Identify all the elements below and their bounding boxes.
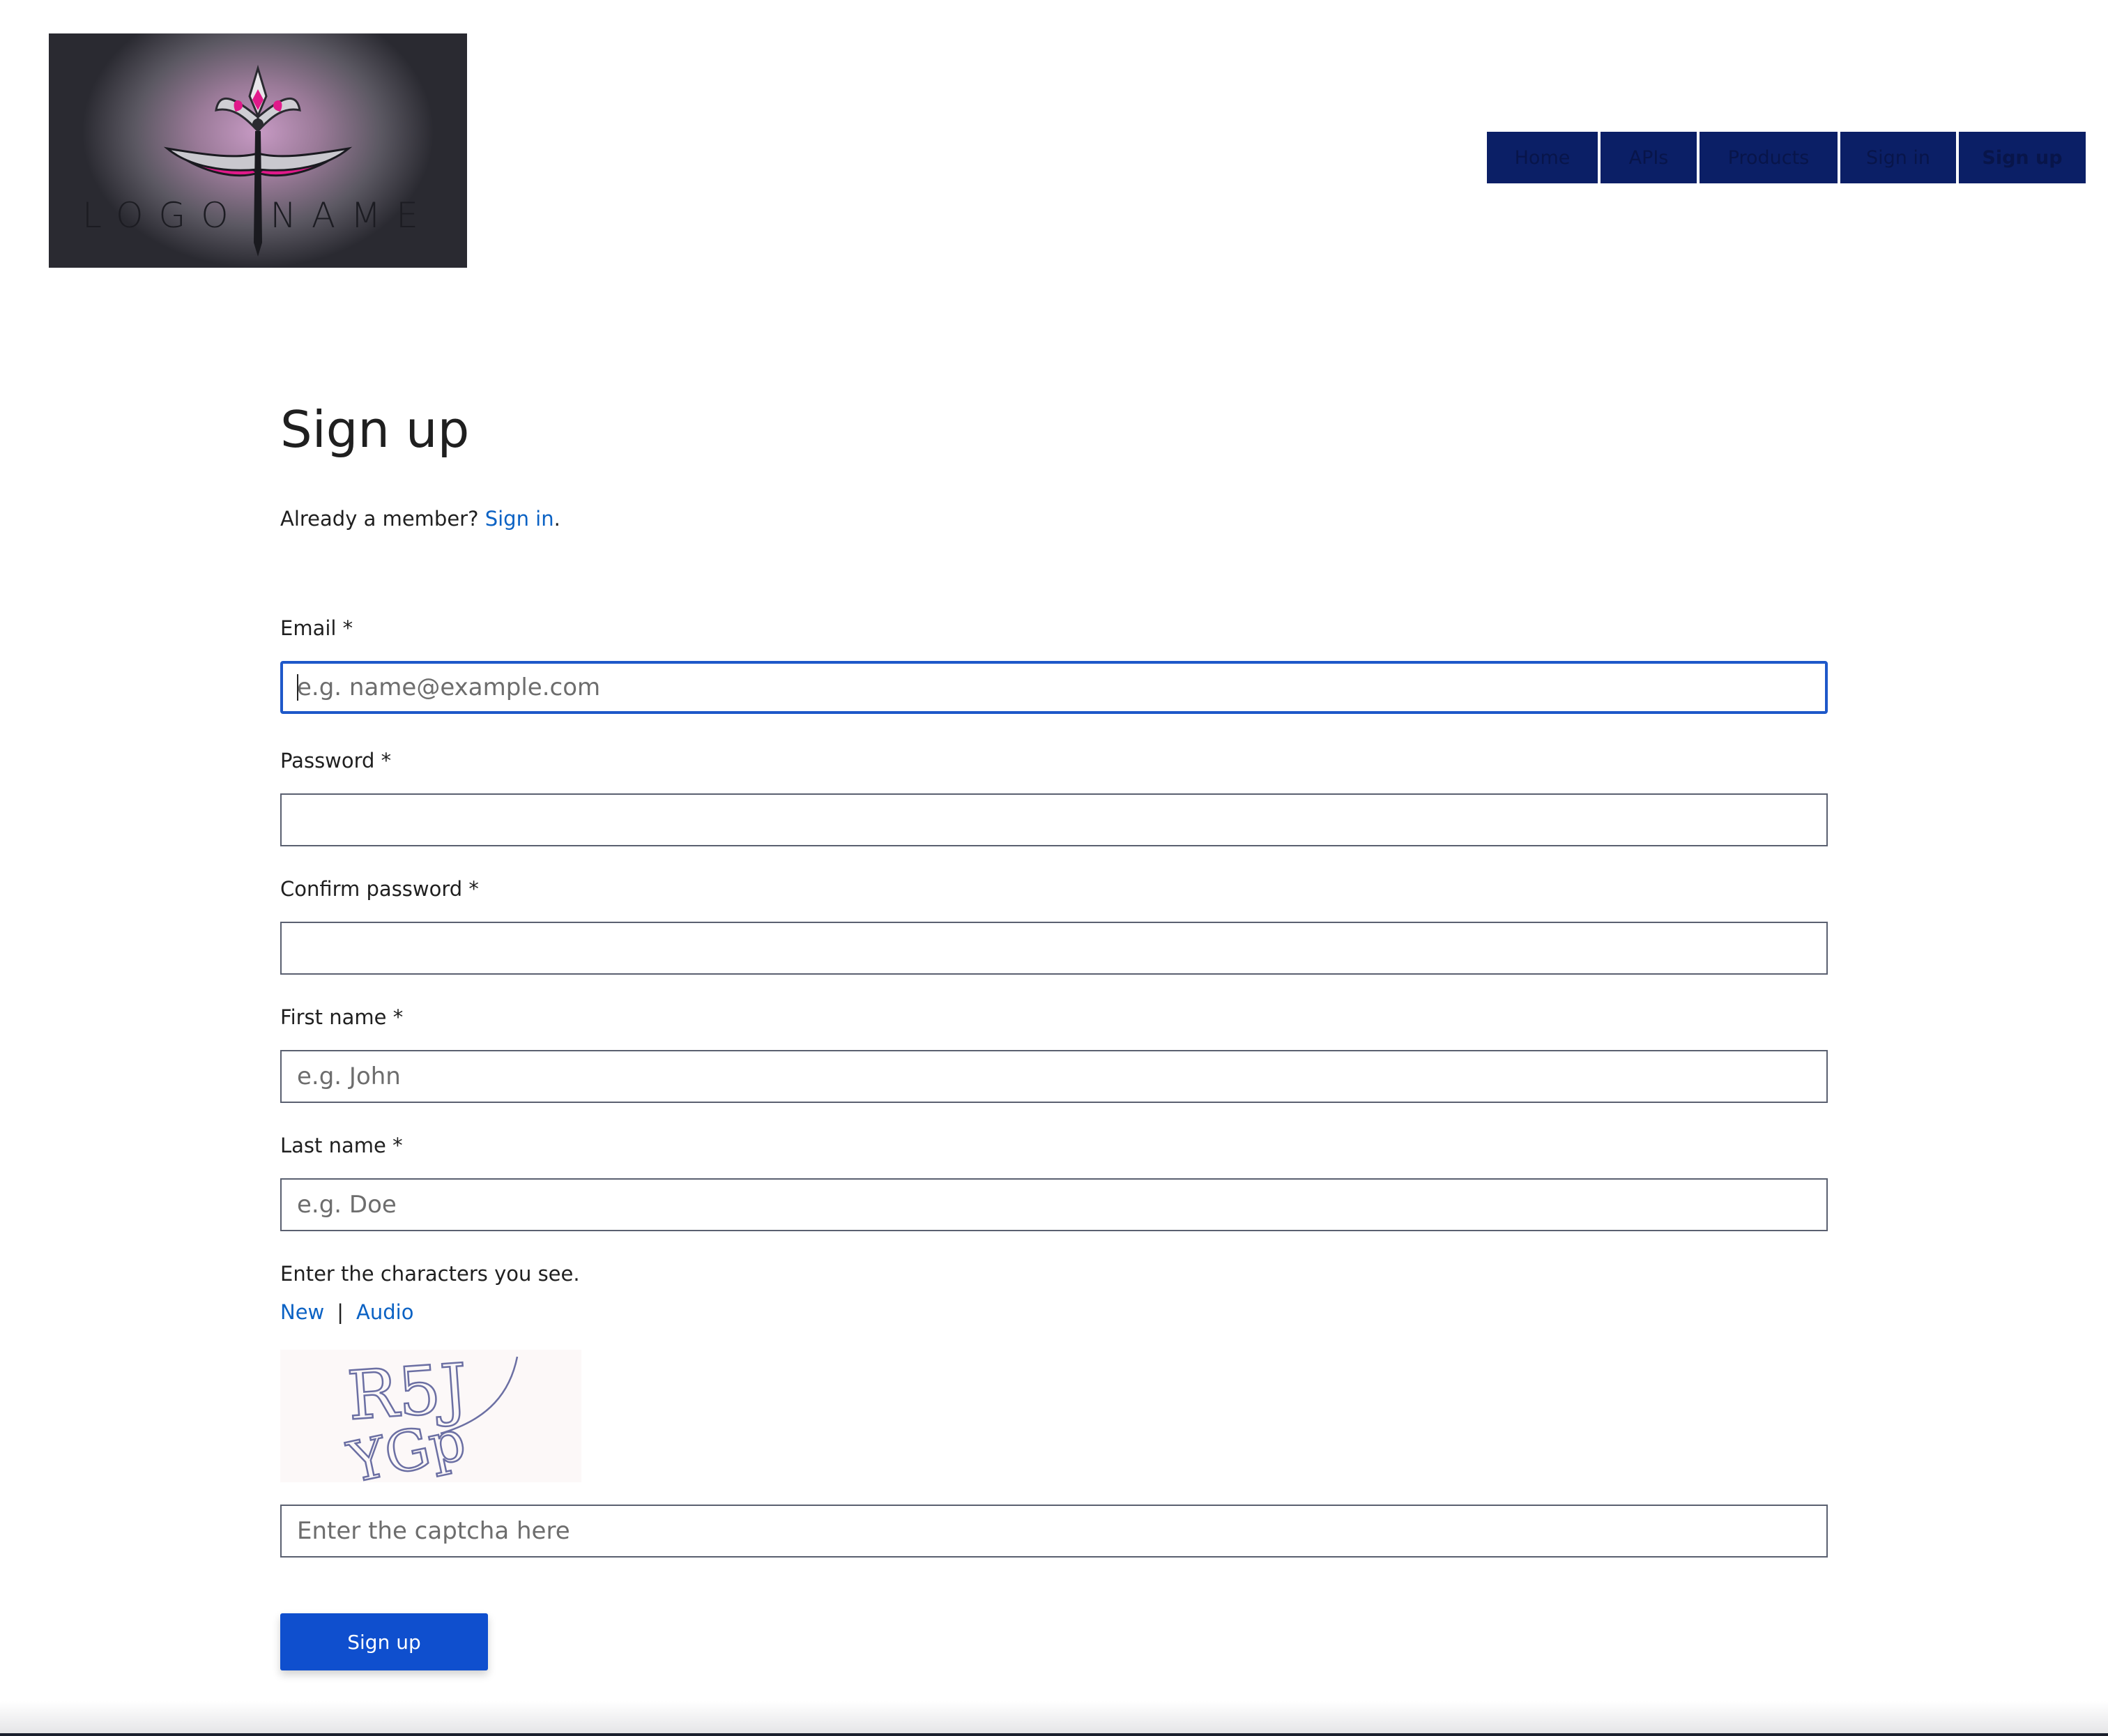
captcha-audio-link[interactable]: Audio xyxy=(356,1300,413,1324)
captcha-input[interactable]: Enter the captcha here xyxy=(280,1505,1828,1558)
nav-item-sign-in[interactable]: Sign in xyxy=(1840,132,1956,183)
member-prompt-suffix: . xyxy=(553,507,560,531)
sign-up-button[interactable]: Sign up xyxy=(280,1613,488,1670)
top-nav: Home APIs Products Sign in Sign up xyxy=(1487,132,2086,183)
nav-item-sign-up[interactable]: Sign up xyxy=(1959,132,2086,183)
page-title: Sign up xyxy=(280,400,470,459)
captcha-image: R5J YGp xyxy=(280,1348,581,1496)
password-input[interactable] xyxy=(280,793,1828,846)
email-placeholder: e.g. name@example.com xyxy=(297,673,601,701)
nav-item-home[interactable]: Home xyxy=(1487,132,1598,183)
nav-item-apis[interactable]: APIs xyxy=(1601,132,1697,183)
password-label: Password * xyxy=(280,749,392,772)
last-name-input[interactable]: e.g. Doe xyxy=(280,1178,1828,1231)
member-prompt-text: Already a member? xyxy=(280,507,479,531)
confirm-password-label: Confirm password * xyxy=(280,877,479,901)
member-prompt: Already a member? Sign in. xyxy=(280,507,560,531)
captcha-placeholder: Enter the captcha here xyxy=(297,1517,570,1545)
confirm-password-input[interactable] xyxy=(280,922,1828,975)
logo[interactable]: LOGO NAME xyxy=(49,33,467,268)
window-bottom-edge xyxy=(0,1733,2108,1736)
last-name-placeholder: e.g. Doe xyxy=(297,1191,397,1219)
captcha-links: New | Audio xyxy=(280,1300,413,1324)
last-name-label: Last name * xyxy=(280,1134,403,1157)
nav-item-products[interactable]: Products xyxy=(1700,132,1838,183)
captcha-link-separator: | xyxy=(337,1300,344,1324)
email-label: Email * xyxy=(280,616,353,640)
captcha-instruction: Enter the characters you see. xyxy=(280,1262,580,1286)
captcha-glyphs: R5J YGp xyxy=(342,1348,519,1496)
captcha-new-link[interactable]: New xyxy=(280,1300,324,1324)
bottom-shadow xyxy=(0,1701,2108,1736)
email-input[interactable]: e.g. name@example.com xyxy=(280,661,1828,714)
first-name-label: First name * xyxy=(280,1005,404,1029)
first-name-input[interactable]: e.g. John xyxy=(280,1050,1828,1103)
sign-in-link[interactable]: Sign in xyxy=(485,507,554,531)
first-name-placeholder: e.g. John xyxy=(297,1063,401,1090)
logo-text: LOGO NAME xyxy=(82,195,434,236)
